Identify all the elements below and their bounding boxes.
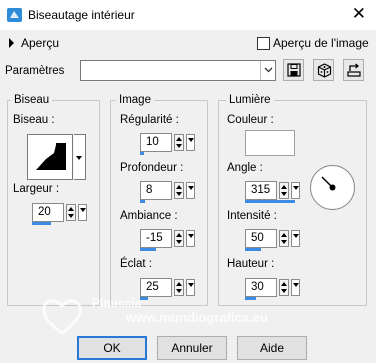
ambience-level-bar	[140, 248, 156, 251]
bevel-width-level-bar	[32, 222, 51, 225]
depth-input[interactable]: 8	[140, 181, 172, 200]
expand-arrow-icon[interactable]	[8, 38, 15, 48]
ok-button[interactable]: OK	[77, 336, 147, 360]
watermark-url: www.mundiografica.eu	[126, 310, 268, 325]
depth-slider-button[interactable]	[186, 182, 195, 199]
bevel-width-input[interactable]: 20	[32, 203, 64, 222]
preview-image-checkbox-label[interactable]: Aperçu de l'image	[273, 36, 369, 50]
randomize-button[interactable]	[313, 59, 334, 81]
presets-dropdown-button[interactable]	[260, 61, 275, 80]
angle-dial[interactable]	[309, 164, 356, 211]
help-button[interactable]: Aide	[237, 336, 307, 360]
bevel-width-label: Largeur :	[13, 183, 60, 195]
intensity-level-bar	[245, 248, 261, 251]
intensity-label: Intensité :	[227, 210, 277, 222]
bevel-group-title: Biseau	[11, 94, 53, 106]
shininess-slider-button[interactable]	[186, 279, 195, 296]
depth-spin-buttons[interactable]	[174, 182, 184, 199]
presets-label: Paramètres	[5, 65, 65, 77]
elevation-input[interactable]: 30	[245, 278, 277, 297]
angle-spin-buttons[interactable]	[279, 182, 289, 199]
cancel-button[interactable]: Annuler	[157, 336, 227, 360]
dice-icon	[317, 63, 332, 78]
angle-level-bar	[245, 200, 295, 203]
ambience-slider-button[interactable]	[186, 230, 195, 247]
depth-spinbox[interactable]: 8	[140, 181, 200, 203]
elevation-level-bar	[245, 297, 256, 300]
ambience-spin-buttons[interactable]	[174, 230, 184, 247]
light-color-swatch[interactable]	[245, 130, 295, 156]
shininess-spin-buttons[interactable]	[174, 279, 184, 296]
bevel-shape-icon	[36, 143, 66, 170]
intensity-input[interactable]: 50	[245, 229, 277, 248]
elevation-slider-button[interactable]	[291, 279, 300, 296]
chevron-down-icon	[76, 156, 82, 160]
angle-label: Angle :	[227, 162, 263, 174]
intensity-spinbox[interactable]: 50	[245, 229, 305, 251]
shininess-label: Éclat :	[120, 258, 152, 270]
angle-input[interactable]: 315	[245, 181, 277, 200]
smoothness-spin-buttons[interactable]	[174, 134, 184, 151]
reset-button[interactable]	[343, 59, 364, 81]
reset-icon	[347, 63, 361, 77]
preview-toggle-label[interactable]: Aperçu	[21, 36, 59, 50]
ambience-spinbox[interactable]: -15	[140, 229, 200, 251]
floppy-disk-icon	[287, 63, 301, 77]
title-bar: Biseautage intérieur ✕	[0, 0, 376, 30]
bevel-shape-label: Biseau :	[13, 114, 55, 126]
chevron-down-icon	[264, 67, 273, 73]
close-icon[interactable]: ✕	[352, 5, 366, 22]
shininess-level-bar	[140, 297, 148, 300]
image-group-title: Image	[116, 94, 154, 106]
shininess-spinbox[interactable]: 25	[140, 278, 200, 300]
bevel-width-spin-buttons[interactable]	[66, 204, 76, 221]
elevation-spin-buttons[interactable]	[279, 279, 289, 296]
angle-spinbox[interactable]: 315	[245, 181, 305, 203]
save-preset-button[interactable]	[283, 59, 304, 81]
preview-image-checkbox[interactable]	[257, 37, 270, 50]
image-group	[110, 100, 208, 306]
shininess-input[interactable]: 25	[140, 278, 172, 297]
intensity-slider-button[interactable]	[291, 230, 300, 247]
bevel-shape-preview[interactable]	[27, 134, 73, 180]
bevel-shape-dropdown[interactable]	[74, 134, 86, 180]
window-title: Biseautage intérieur	[28, 8, 135, 22]
bevel-width-spinbox[interactable]: 20	[32, 203, 92, 225]
smoothness-level-bar	[140, 152, 144, 155]
elevation-spinbox[interactable]: 30	[245, 278, 305, 300]
presets-combobox[interactable]	[80, 60, 276, 81]
depth-level-bar	[140, 200, 145, 203]
smoothness-spinbox[interactable]: 10	[140, 133, 200, 155]
smoothness-slider-button[interactable]	[186, 134, 195, 151]
depth-label: Profondeur :	[120, 162, 184, 174]
smoothness-input[interactable]: 10	[140, 133, 172, 152]
light-color-label: Couleur :	[227, 114, 274, 126]
smoothness-label: Régularité :	[120, 114, 179, 126]
bevel-width-slider-button[interactable]	[78, 204, 87, 221]
elevation-label: Hauteur :	[227, 258, 275, 270]
light-group-title: Lumière	[226, 94, 274, 106]
ambience-label: Ambiance :	[120, 210, 178, 222]
angle-slider-button[interactable]	[291, 182, 300, 199]
app-icon	[7, 8, 22, 22]
ambience-input[interactable]: -15	[140, 229, 172, 248]
intensity-spin-buttons[interactable]	[279, 230, 289, 247]
